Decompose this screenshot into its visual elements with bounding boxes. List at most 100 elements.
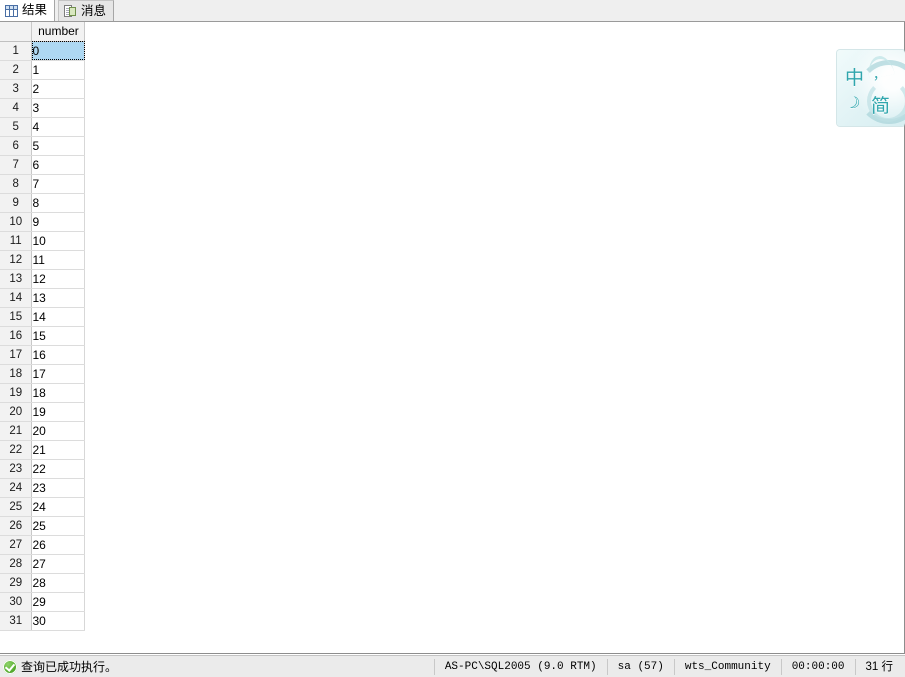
row-header[interactable]: 24 [0,478,33,498]
cell-number[interactable]: 11 [31,250,86,270]
row-header[interactable]: 20 [0,402,33,422]
table-row[interactable]: 19 18 [0,383,904,403]
row-header[interactable]: 6 [0,136,33,156]
row-header[interactable]: 25 [0,497,33,517]
cell-number[interactable]: 26 [31,535,86,555]
table-row[interactable]: 10 [0,41,904,61]
table-row[interactable]: 18 17 [0,364,904,384]
table-row[interactable]: 11 10 [0,231,904,251]
cell-number[interactable]: 10 [31,231,86,251]
table-row[interactable]: 27 26 [0,535,904,555]
table-row[interactable]: 21 [0,60,904,80]
results-table[interactable]: number 1 0 2 1 3 2 4 3 5 4 6 5 7 6 8 7 9 8 10 9 11 10 12 11 13 12… [0,22,904,631]
table-row[interactable]: 25 24 [0,497,904,517]
row-header[interactable]: 3 [0,79,33,99]
cell-number[interactable]: 14 [31,307,86,327]
cell-number[interactable]: 29 [31,592,86,612]
table-row[interactable]: 54 [0,117,904,137]
tab-messages[interactable]: 消息 [58,0,115,21]
cell-number[interactable]: 6 [31,155,86,175]
ime-chinese-mode-icon[interactable]: 中 [845,63,864,90]
cell-number[interactable]: 12 [31,269,86,289]
cell-number[interactable]: 3 [31,98,86,118]
table-row[interactable]: 16 15 [0,326,904,346]
row-header[interactable]: 2 [0,60,33,80]
cell-number[interactable]: 13 [31,288,86,308]
table-row[interactable]: 15 14 [0,307,904,327]
cell-number[interactable]: 16 [31,345,86,365]
cell-number[interactable]: 5 [31,136,86,156]
cell-number[interactable]: 2 [31,79,86,99]
table-row[interactable]: 17 16 [0,345,904,365]
cell-number[interactable]: 15 [31,326,86,346]
row-header[interactable]: 22 [0,440,33,460]
table-row[interactable]: 10 9 [0,212,904,232]
cell-number[interactable]: 21 [31,440,86,460]
table-row[interactable]: 14 13 [0,288,904,308]
table-row[interactable]: 24 23 [0,478,904,498]
row-header[interactable]: 26 [0,516,33,536]
row-header[interactable]: 19 [0,383,33,403]
cell-number[interactable]: 17 [31,364,86,384]
cell-number[interactable]: 19 [31,402,86,422]
table-row[interactable]: 30 29 [0,592,904,612]
row-header[interactable]: 29 [0,573,33,593]
tab-results[interactable]: 结果 [0,0,56,21]
row-header[interactable]: 11 [0,231,33,251]
row-header[interactable]: 15 [0,307,33,327]
table-row[interactable]: 32 [0,79,904,99]
row-header[interactable]: 8 [0,174,33,194]
cell-number[interactable]: 20 [31,421,86,441]
results-grid-panel[interactable]: number 1 0 2 1 3 2 4 3 5 4 6 5 7 6 8 7 9 8 10 9 11 10 12 11 13 12… [0,22,905,654]
table-row[interactable]: 76 [0,155,904,175]
table-row[interactable]: 29 28 [0,573,904,593]
cell-number[interactable]: 7 [31,174,86,194]
row-header[interactable]: 30 [0,592,33,612]
row-header[interactable]: 9 [0,193,33,213]
row-header[interactable]: 17 [0,345,33,365]
row-header[interactable]: 12 [0,250,33,270]
cell-number[interactable]: 24 [31,497,86,517]
row-header[interactable]: 10 [0,212,33,232]
cell-number[interactable]: 27 [31,554,86,574]
table-row[interactable]: 12 11 [0,250,904,270]
table-row[interactable]: 98 [0,193,904,213]
select-all-corner[interactable] [0,22,33,42]
column-header-number[interactable]: number [31,22,86,42]
table-row[interactable]: 87 [0,174,904,194]
row-header[interactable]: 13 [0,269,33,289]
row-header[interactable]: 31 [0,611,33,631]
row-header[interactable]: 5 [0,117,33,137]
cell-number[interactable]: 18 [31,383,86,403]
row-header[interactable]: 4 [0,98,33,118]
table-row[interactable]: 43 [0,98,904,118]
row-header[interactable]: 21 [0,421,33,441]
table-row[interactable]: 23 22 [0,459,904,479]
table-row[interactable]: 28 27 [0,554,904,574]
ime-punctuation-icon[interactable]: ， [873,64,886,83]
table-row[interactable]: 13 12 [0,269,904,289]
cell-number[interactable]: 4 [31,117,86,137]
table-row[interactable]: 65 [0,136,904,156]
table-row[interactable]: 21 20 [0,421,904,441]
ime-moon-icon[interactable]: ☽ [843,91,863,114]
cell-number[interactable]: 28 [31,573,86,593]
row-header[interactable]: 28 [0,554,33,574]
ime-simplified-icon[interactable]: 简 [871,91,890,118]
row-header[interactable]: 14 [0,288,33,308]
ime-indicator[interactable]: 中 ， ☽ 简 [837,50,905,126]
cell-number[interactable]: 22 [31,459,86,479]
row-header[interactable]: 16 [0,326,33,346]
row-header[interactable]: 27 [0,535,33,555]
cell-number[interactable]: 30 [31,611,86,631]
cell-number[interactable]: 1 [31,60,86,80]
row-header[interactable]: 1 [0,41,33,61]
cell-number[interactable]: 25 [31,516,86,536]
table-row[interactable]: 31 30 [0,611,904,631]
cell-number[interactable]: 23 [31,478,86,498]
table-row[interactable]: 22 21 [0,440,904,460]
cell-number[interactable]: 0 [31,41,86,61]
row-header[interactable]: 23 [0,459,33,479]
cell-number[interactable]: 8 [31,193,86,213]
row-header[interactable]: 18 [0,364,33,384]
